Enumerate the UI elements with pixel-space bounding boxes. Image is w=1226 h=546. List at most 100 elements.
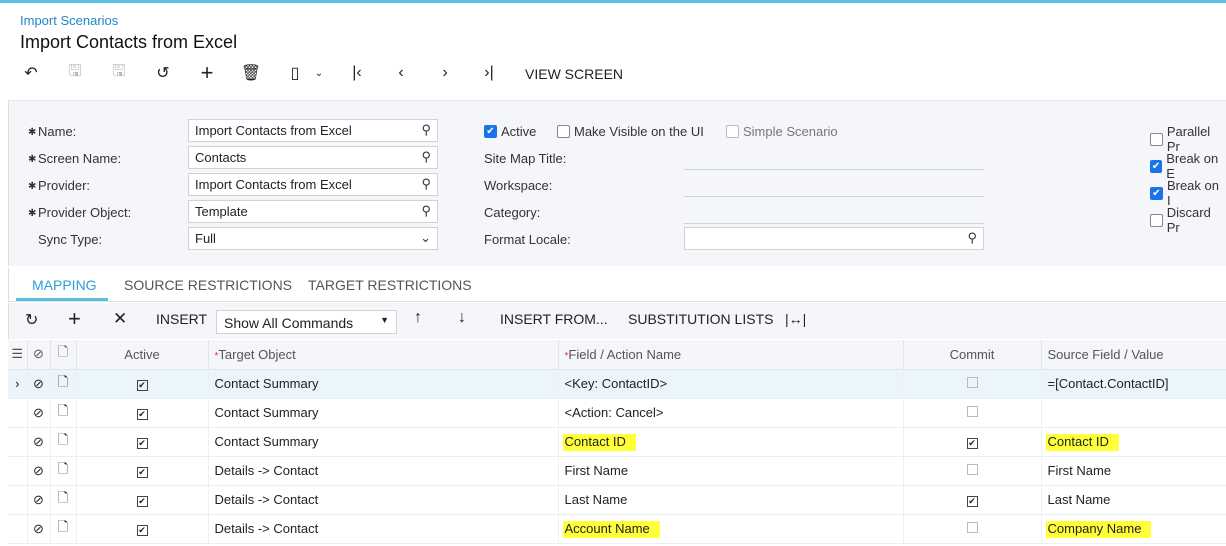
commit-checkbox[interactable] xyxy=(966,377,978,388)
save-close-icon[interactable]: 🖫 xyxy=(62,60,88,86)
search-icon[interactable]: ⚲ xyxy=(421,176,431,192)
save-icon[interactable]: 🖫 xyxy=(106,60,132,86)
search-icon[interactable]: ⚲ xyxy=(967,230,977,246)
provider-field[interactable]: Import Contacts from Excel ⚲ xyxy=(188,173,438,196)
commit-cell[interactable] xyxy=(903,369,1042,399)
next-record-icon[interactable]: › xyxy=(432,60,458,86)
undo-icon[interactable]: ↺ xyxy=(150,60,176,86)
search-icon[interactable]: ⚲ xyxy=(421,203,431,219)
move-up-icon[interactable]: ↑ xyxy=(414,309,422,327)
active-checkbox[interactable]: ✔ xyxy=(136,380,148,391)
target-object-cell[interactable]: Contact Summary xyxy=(208,369,559,399)
column-target-object[interactable]: *Target Object xyxy=(208,340,559,370)
current-row-chevron-icon[interactable]: › xyxy=(8,369,28,399)
add-row-icon[interactable]: + xyxy=(68,306,81,332)
attachment-icon[interactable]: ⊘ xyxy=(27,398,51,428)
attachment-icon[interactable]: ⊘ xyxy=(27,485,51,515)
commit-checkbox[interactable] xyxy=(966,464,978,475)
active-checkbox[interactable]: ✔ xyxy=(136,409,148,420)
table-row[interactable]: ⊘ 🗋 ✔ Details -> Contact Last Name ✔ Las… xyxy=(8,485,1226,515)
field-action-cell[interactable]: <Key: ContactID> xyxy=(558,369,904,399)
provider-object-field[interactable]: Template ⚲ xyxy=(188,200,438,223)
table-row[interactable]: › ⊘ 🗋 ✔ Contact Summary <Key: ContactID>… xyxy=(8,369,1226,399)
active-checkbox[interactable]: ✔ xyxy=(136,467,148,478)
attachment-icon[interactable]: ⊘ xyxy=(27,456,51,486)
active-checkbox[interactable]: ✔ xyxy=(136,525,148,536)
commands-select[interactable]: Show All Commands ▼ xyxy=(216,310,397,334)
column-active[interactable]: Active xyxy=(76,340,209,370)
source-field-cell[interactable]: Contact ID xyxy=(1041,427,1226,457)
table-row[interactable]: ⊘ 🗋 ✔ Details -> Contact First Name Firs… xyxy=(8,456,1226,486)
active-cell[interactable]: ✔ xyxy=(76,398,209,428)
note-icon[interactable]: 🗋 xyxy=(50,485,77,515)
target-object-cell[interactable]: Contact Summary xyxy=(208,427,559,457)
target-object-cell[interactable]: Details -> Contact xyxy=(208,485,559,515)
back-icon[interactable]: ↶ xyxy=(18,60,44,86)
break-on-error-checkbox[interactable]: ✔ Break on E xyxy=(1150,151,1226,181)
field-action-cell[interactable]: <Action: Cancel> xyxy=(558,398,904,428)
parallel-processing-checkbox[interactable]: Parallel Pr xyxy=(1150,124,1226,154)
delete-icon[interactable]: 🗑 xyxy=(238,60,264,86)
target-object-cell[interactable]: Details -> Contact xyxy=(208,514,559,544)
field-action-cell[interactable]: First Name xyxy=(558,456,904,486)
row-selector[interactable] xyxy=(8,398,28,428)
active-cell[interactable]: ✔ xyxy=(76,369,209,399)
attachment-icon[interactable]: ⊘ xyxy=(27,427,51,457)
last-record-icon[interactable]: ›| xyxy=(476,60,502,86)
commit-checkbox[interactable] xyxy=(966,406,978,417)
commit-checkbox[interactable]: ✔ xyxy=(966,438,978,449)
active-checkbox[interactable]: ✔ xyxy=(136,496,148,507)
commit-cell[interactable] xyxy=(903,456,1042,486)
field-action-cell[interactable]: Last Name xyxy=(558,485,904,515)
commit-checkbox[interactable]: ✔ xyxy=(966,496,978,507)
table-row[interactable]: ⊘ 🗋 ✔ Contact Summary Contact ID ✔ Conta… xyxy=(8,427,1226,457)
table-row[interactable]: ⊘ 🗋 ✔ Contact Summary <Action: Cancel> xyxy=(8,398,1226,428)
tab-source-restrictions[interactable]: SOURCE RESTRICTIONS xyxy=(124,277,292,293)
attachment-icon[interactable]: ⊘ xyxy=(27,514,51,544)
active-cell[interactable]: ✔ xyxy=(76,456,209,486)
row-selector[interactable] xyxy=(8,514,28,544)
source-field-cell[interactable]: Last Name xyxy=(1041,485,1226,515)
insert-button[interactable]: INSERT xyxy=(156,311,207,327)
source-field-cell[interactable]: First Name xyxy=(1041,456,1226,486)
active-cell[interactable]: ✔ xyxy=(76,485,209,515)
view-screen-button[interactable]: VIEW SCREEN xyxy=(525,66,623,82)
move-down-icon[interactable]: ↓ xyxy=(458,309,466,327)
source-field-cell[interactable] xyxy=(1041,398,1226,428)
row-selector[interactable] xyxy=(8,456,28,486)
make-visible-checkbox[interactable]: Make Visible on the UI xyxy=(557,124,704,139)
field-action-cell[interactable]: Contact ID xyxy=(558,427,904,457)
target-object-cell[interactable]: Details -> Contact xyxy=(208,456,559,486)
target-object-cell[interactable]: Contact Summary xyxy=(208,398,559,428)
note-icon[interactable]: 🗋 xyxy=(50,456,77,486)
site-map-title-field[interactable] xyxy=(684,169,984,170)
category-field[interactable] xyxy=(684,223,984,224)
source-field-cell[interactable]: Company Name xyxy=(1041,514,1226,544)
active-checkbox[interactable]: ✔ Active xyxy=(484,124,536,139)
note-icon[interactable]: 🗋 xyxy=(50,427,77,457)
note-icon[interactable]: 🗋 xyxy=(50,514,77,544)
column-commit[interactable]: Commit xyxy=(903,340,1042,370)
clipboard-icon[interactable]: ▯ xyxy=(282,60,308,86)
commit-cell[interactable]: ✔ xyxy=(903,485,1042,515)
prev-record-icon[interactable]: ‹ xyxy=(388,60,414,86)
delete-row-icon[interactable]: ✕ xyxy=(113,309,127,329)
breadcrumb-import-scenarios[interactable]: Import Scenarios xyxy=(20,13,118,28)
active-cell[interactable]: ✔ xyxy=(76,514,209,544)
name-field[interactable]: Import Contacts from Excel ⚲ xyxy=(188,119,438,142)
field-action-cell[interactable]: Account Name xyxy=(558,514,904,544)
tab-mapping[interactable]: MAPPING xyxy=(32,277,97,293)
format-locale-field[interactable]: ⚲ xyxy=(684,227,984,250)
column-field-action[interactable]: *Field / Action Name xyxy=(558,340,904,370)
search-icon[interactable]: ⚲ xyxy=(421,149,431,165)
first-record-icon[interactable]: |‹ xyxy=(344,60,370,86)
commit-cell[interactable]: ✔ xyxy=(903,427,1042,457)
active-cell[interactable]: ✔ xyxy=(76,427,209,457)
commit-cell[interactable] xyxy=(903,398,1042,428)
active-checkbox[interactable]: ✔ xyxy=(136,438,148,449)
workspace-field[interactable] xyxy=(684,196,984,197)
refresh-icon[interactable]: ↻ xyxy=(25,310,38,330)
chevron-down-icon[interactable]: ⌄ xyxy=(306,60,332,86)
fit-columns-icon[interactable]: |↔| xyxy=(785,311,806,327)
sync-type-select[interactable]: Full ⌄ xyxy=(188,227,438,250)
